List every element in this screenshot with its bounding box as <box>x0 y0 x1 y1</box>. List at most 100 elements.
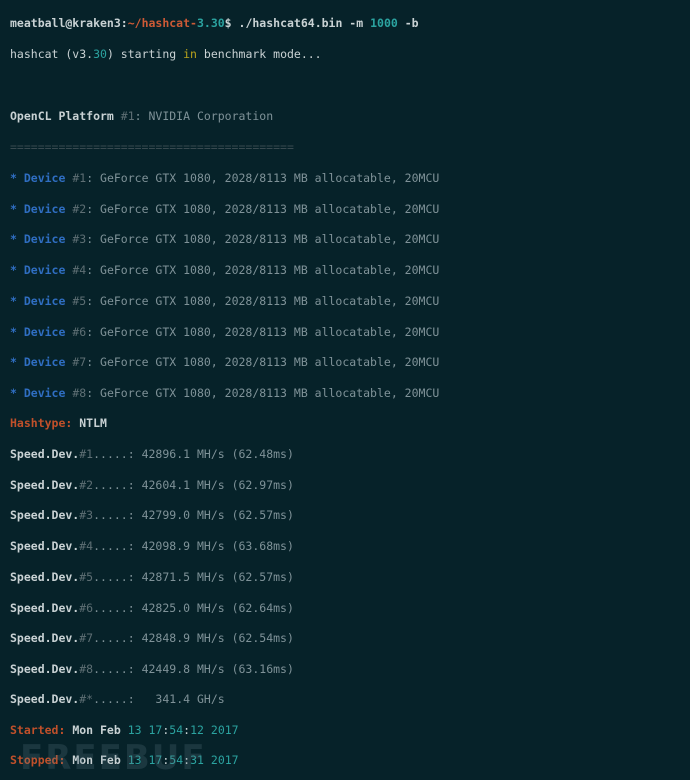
device-line: * Device #3: GeForce GTX 1080, 2028/8113… <box>10 232 439 246</box>
speed-label: Speed.Dev. <box>10 661 80 676</box>
speed-line: Speed.Dev.#2.....: 42604.1 MH/s (62.97ms… <box>10 478 294 492</box>
speed-dots: .....: <box>93 447 142 461</box>
hashtype-label: Hashtype: <box>10 416 73 430</box>
started-space <box>142 723 149 737</box>
speed-dots: .....: <box>93 539 142 554</box>
device-label: Device <box>23 232 73 247</box>
speed-label: Speed.Dev. <box>10 508 80 523</box>
device-line: * Device #1: GeForce GTX 1080, 2028/8113… <box>10 171 439 185</box>
device-number: #5 <box>72 293 87 308</box>
device-bullet: * <box>10 324 24 339</box>
platform-label: OpenCL Platform <box>10 109 121 123</box>
device-number: #1 <box>72 171 87 185</box>
speed-dots: .....: <box>93 631 142 646</box>
speed-value: 42098.9 MH/s (63.68ms) <box>141 539 294 554</box>
speed-line: Speed.Dev.#4.....: 42098.9 MH/s (63.68ms… <box>10 539 294 553</box>
device-line: * Device #6: GeForce GTX 1080, 2028/8113… <box>10 325 439 339</box>
command-line: meatball@kraken3:~/hashcat-3.30$ ./hashc… <box>10 16 419 30</box>
device-number: #7 <box>72 355 87 370</box>
speed-device-number: #4 <box>79 539 94 554</box>
speed-line: Speed.Dev.#8.....: 42449.8 MH/s (63.16ms… <box>10 662 294 676</box>
speed-device-number: #1 <box>79 447 94 461</box>
speed-label: Speed.Dev. <box>10 447 80 461</box>
speed-line: Speed.Dev.#6.....: 42825.0 MH/s (62.64ms… <box>10 601 294 615</box>
started-space2 <box>204 723 211 737</box>
device-label: Device <box>23 355 73 370</box>
speed-line: Speed.Dev.#3.....: 42799.0 MH/s (62.57ms… <box>10 508 294 522</box>
speed-device-number: #2 <box>79 477 94 492</box>
speed-device-number: #3 <box>79 508 94 523</box>
speed-value: 42896.1 MH/s (62.48ms) <box>141 447 294 461</box>
device-bullet: * <box>10 355 24 370</box>
speed-device-number: #5 <box>79 569 94 584</box>
device-text: : GeForce GTX 1080, 2028/8113 MB allocat… <box>86 355 440 370</box>
speed-device-number: #8 <box>79 661 94 676</box>
prompt-separator: : <box>120 16 128 30</box>
started-hour: 17 <box>148 723 163 737</box>
prompt-path: ~/hashcat- <box>127 16 197 30</box>
device-label: Device <box>23 293 73 308</box>
speed-label: Speed.Dev. <box>10 569 80 584</box>
device-line: * Device #2: GeForce GTX 1080, 2028/8113… <box>10 202 439 216</box>
device-label: Device <box>23 263 73 278</box>
started-second: 12 <box>190 723 204 737</box>
start-text-mid: ) starting <box>106 47 184 61</box>
speed-value: 42871.5 MH/s (62.57ms) <box>141 569 294 584</box>
platform-name: : NVIDIA Corporation <box>134 109 274 123</box>
started-label: Started: <box>10 723 66 737</box>
device-text: : GeForce GTX 1080, 2028/8113 MB allocat… <box>86 201 440 216</box>
speed-dots: .....: <box>93 508 142 523</box>
device-label: Device <box>23 385 73 400</box>
device-number: #6 <box>72 324 87 339</box>
device-bullet: * <box>10 263 24 278</box>
speed-value: 42604.1 MH/s (62.97ms) <box>141 477 294 492</box>
device-text: : GeForce GTX 1080, 2028/8113 MB allocat… <box>86 385 440 400</box>
prompt-user: meatball@kraken3 <box>10 16 121 30</box>
start-text-end: benchmark mode... <box>196 47 322 61</box>
speed-line: Speed.Dev.#7.....: 42848.9 MH/s (62.54ms… <box>10 631 294 645</box>
speed-label: Speed.Dev. <box>10 477 80 492</box>
start-text: hashcat (v3. <box>10 47 94 61</box>
speed-total-line: Speed.Dev.#*.....: 341.4 GH/s <box>10 692 225 706</box>
device-number: #2 <box>72 201 87 216</box>
device-bullet: * <box>10 293 24 308</box>
device-line: * Device #7: GeForce GTX 1080, 2028/8113… <box>10 355 439 369</box>
start-version: 30 <box>93 47 107 61</box>
speed-line: Speed.Dev.#1.....: 42896.1 MH/s (62.48ms… <box>10 447 294 461</box>
platform-line: OpenCL Platform #1: NVIDIA Corporation <box>10 109 273 123</box>
hashtype-value: NTLM <box>72 416 107 430</box>
separator-line: ========================================… <box>10 140 294 154</box>
speed-label: Speed.Dev. <box>10 631 80 646</box>
speed-total-value: 341.4 GH/s <box>141 692 225 706</box>
watermark-logo: FREEBUF <box>20 738 207 778</box>
start-keyword: in <box>183 47 197 61</box>
speed-device-number: #7 <box>79 631 94 646</box>
device-bullet: * <box>10 385 24 400</box>
device-text: : GeForce GTX 1080, 2028/8113 MB allocat… <box>86 324 440 339</box>
device-label: Device <box>23 201 73 216</box>
speed-device-number: #6 <box>79 600 94 615</box>
device-text: : GeForce GTX 1080, 2028/8113 MB allocat… <box>86 263 440 278</box>
speed-dots: .....: <box>93 661 142 676</box>
speed-total-number: #* <box>79 692 94 706</box>
device-bullet: * <box>10 201 24 216</box>
speed-label: Speed.Dev. <box>10 539 80 554</box>
device-number: #3 <box>72 232 87 247</box>
device-line: * Device #8: GeForce GTX 1080, 2028/8113… <box>10 386 439 400</box>
device-text: : GeForce GTX 1080, 2028/8113 MB allocat… <box>86 232 440 247</box>
command-mode: 1000 <box>370 16 398 30</box>
started-minute: 54 <box>169 723 184 737</box>
device-text: : GeForce GTX 1080, 2028/8113 MB allocat… <box>86 171 440 185</box>
speed-total-dots: .....: <box>93 692 142 706</box>
start-message: hashcat (v3.30) starting in benchmark mo… <box>10 47 322 61</box>
speed-line: Speed.Dev.#5.....: 42871.5 MH/s (62.57ms… <box>10 570 294 584</box>
started-day: 13 <box>127 723 142 737</box>
device-bullet: * <box>10 232 24 247</box>
platform-number: #1 <box>120 109 135 123</box>
speed-value: 42848.9 MH/s (62.54ms) <box>141 631 294 646</box>
speed-dots: .....: <box>93 600 142 615</box>
started-date: Mon Feb <box>65 723 128 737</box>
speed-dots: .....: <box>93 477 142 492</box>
device-line: * Device #4: GeForce GTX 1080, 2028/8113… <box>10 263 439 277</box>
speed-value: 42449.8 MH/s (63.16ms) <box>141 661 294 676</box>
